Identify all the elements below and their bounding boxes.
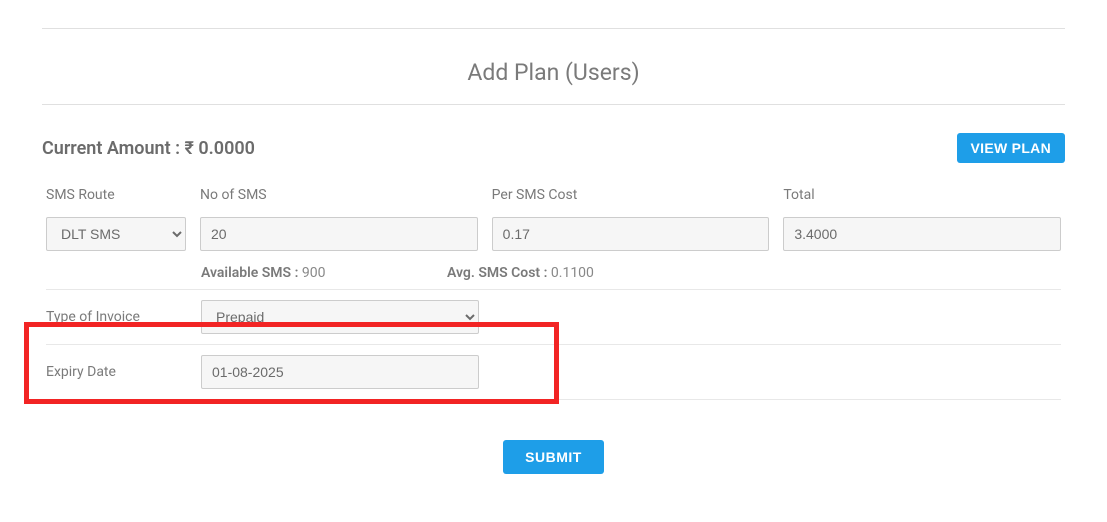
view-plan-button[interactable]: VIEW PLAN: [957, 133, 1065, 163]
total-input[interactable]: [783, 217, 1061, 251]
per-sms-cost-input[interactable]: [492, 217, 770, 251]
expiry-date-input[interactable]: [201, 355, 479, 389]
submit-button[interactable]: SUBMIT: [503, 440, 604, 474]
sms-route-label: SMS Route: [46, 187, 186, 203]
sms-route-select[interactable]: DLT SMS: [46, 217, 186, 251]
available-sms-label: Available SMS :: [201, 265, 302, 281]
type-of-invoice-label: Type of Invoice: [46, 309, 201, 325]
no-of-sms-input[interactable]: [200, 217, 478, 251]
type-of-invoice-select[interactable]: Prepaid: [201, 300, 479, 334]
per-sms-cost-label: Per SMS Cost: [492, 187, 770, 203]
top-divider: [42, 28, 1065, 29]
avg-sms-cost-label: Avg. SMS Cost :: [447, 265, 551, 281]
avg-sms-cost-value: 0.1100: [551, 265, 594, 281]
title-divider: [42, 104, 1065, 105]
total-label: Total: [783, 187, 1061, 203]
info-row: Available SMS : 900 Avg. SMS Cost : 0.11…: [46, 251, 1061, 289]
no-of-sms-label: No of SMS: [200, 187, 478, 203]
page-title: Add Plan (Users): [20, 59, 1087, 86]
expiry-date-label: Expiry Date: [46, 364, 201, 380]
current-amount-label: Current Amount : ₹ 0.0000: [42, 138, 255, 159]
available-sms-value: 900: [302, 265, 326, 281]
